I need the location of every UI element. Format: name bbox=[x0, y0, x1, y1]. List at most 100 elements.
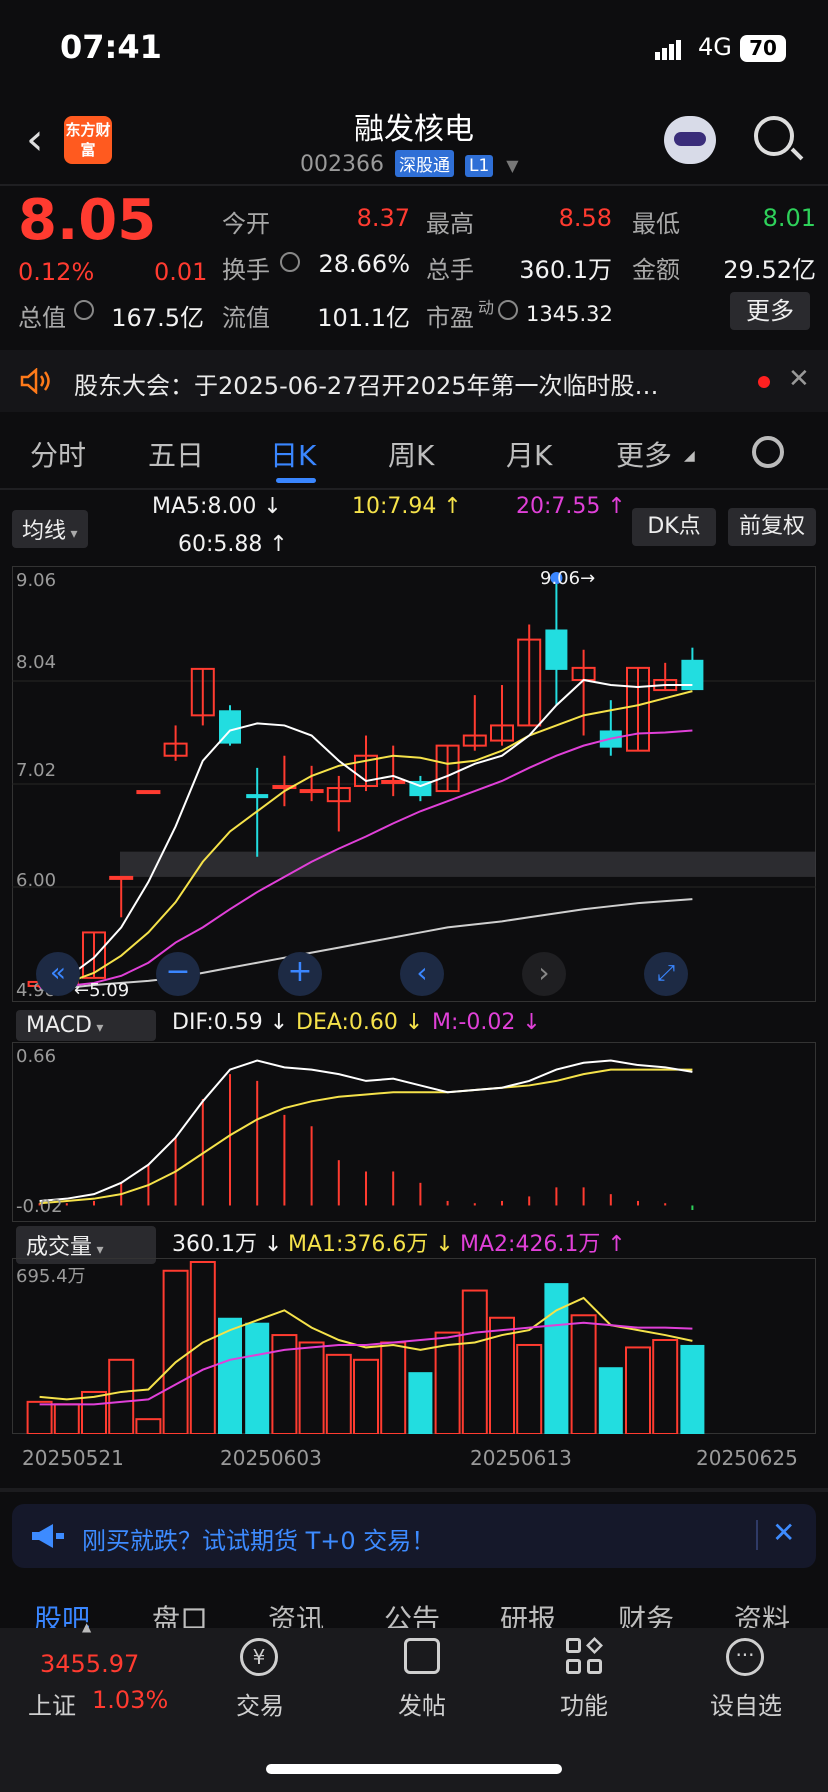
volume-bar bbox=[245, 1322, 270, 1434]
more-dots-icon[interactable]: ··· bbox=[726, 1638, 764, 1676]
tab-more[interactable]: 更多 bbox=[616, 434, 672, 474]
amount-label: 金额 bbox=[632, 256, 680, 284]
pan-right-button[interactable]: › bbox=[522, 952, 566, 996]
volume-chart[interactable] bbox=[12, 1258, 816, 1434]
tab-intraday[interactable]: 分时 bbox=[30, 434, 86, 474]
change-amount: 0.01 bbox=[154, 258, 208, 286]
tab-monthly-k[interactable]: 月K bbox=[506, 434, 552, 474]
nav-functions[interactable]: 功能 bbox=[524, 1686, 644, 1721]
volume-bar bbox=[680, 1344, 705, 1434]
vol-ma2-line bbox=[39, 1321, 693, 1406]
info-icon[interactable] bbox=[74, 300, 94, 320]
zoom-out-button[interactable]: − bbox=[156, 952, 200, 996]
adjust-button[interactable]: 前复权 bbox=[728, 508, 816, 546]
promo-text[interactable]: 刚买就跌？试试期货 T+0 交易！ bbox=[82, 1521, 435, 1556]
search-icon[interactable] bbox=[754, 116, 794, 156]
volume-bar bbox=[434, 1331, 461, 1434]
vol-ma1-line bbox=[39, 1296, 693, 1401]
open-value: 8.37 bbox=[356, 204, 410, 232]
candle-body bbox=[109, 875, 134, 880]
x-tick-label: 20250603 bbox=[220, 1446, 322, 1470]
volume-bar bbox=[26, 1400, 53, 1434]
ma5-line bbox=[39, 678, 693, 984]
candle-body bbox=[136, 790, 161, 795]
info-icon[interactable] bbox=[280, 252, 300, 272]
low-value: 8.01 bbox=[762, 204, 816, 232]
dk-point-button[interactable]: DK点 bbox=[632, 508, 716, 546]
candle-body bbox=[381, 779, 406, 784]
amount-value: 29.52亿 bbox=[723, 256, 816, 284]
chevron-up-icon[interactable]: ▲ bbox=[82, 1620, 91, 1634]
megaphone-icon bbox=[32, 1524, 64, 1548]
volume-bar bbox=[516, 1343, 543, 1434]
support-band bbox=[120, 851, 816, 877]
float-value: 101.1亿 bbox=[317, 304, 410, 332]
stock-code-line[interactable]: 002366 深股通 L1 ▼ bbox=[300, 150, 519, 177]
nav-post[interactable]: 发帖 bbox=[362, 1686, 482, 1721]
gear-icon[interactable] bbox=[752, 436, 784, 468]
candle-body bbox=[299, 789, 324, 794]
macd-chart[interactable] bbox=[12, 1042, 816, 1222]
index-value[interactable]: 3455.97 bbox=[40, 1650, 139, 1678]
signal-icon bbox=[655, 40, 683, 60]
level-tag: L1 bbox=[464, 155, 494, 177]
trade-icon[interactable]: ¥ bbox=[240, 1638, 278, 1676]
promo-separator bbox=[756, 1520, 758, 1550]
ma-selector[interactable]: 均线 bbox=[12, 510, 88, 548]
edit-icon[interactable] bbox=[404, 1638, 440, 1674]
connect-tag: 深股通 bbox=[394, 150, 454, 177]
nav-add-watchlist[interactable]: 设自选 bbox=[686, 1686, 806, 1721]
ma5-value: MA5:8.00 ↓ bbox=[152, 494, 282, 519]
close-icon[interactable]: ✕ bbox=[788, 364, 810, 394]
vol-ma2-value: MA2:426.1万 ↑ bbox=[460, 1232, 626, 1257]
y-tick-label: 6.00 bbox=[16, 870, 57, 891]
info-icon[interactable] bbox=[498, 300, 518, 320]
volume-bar bbox=[325, 1353, 352, 1434]
volume-bar bbox=[570, 1314, 597, 1434]
tab-five-day[interactable]: 五日 bbox=[148, 434, 204, 474]
battery-icon: 70 bbox=[740, 35, 786, 62]
notice-text[interactable]: 股东大会：于2025-06-27召开2025年第一次临时股… bbox=[74, 366, 714, 401]
index-percent[interactable]: 1.03% bbox=[92, 1686, 168, 1714]
turnover-value: 28.66% bbox=[318, 250, 410, 278]
grid-icon[interactable] bbox=[566, 1637, 604, 1676]
volume-bar bbox=[162, 1269, 189, 1434]
volume-bar bbox=[135, 1418, 162, 1434]
pe-value: 1345.32 bbox=[526, 302, 613, 326]
candlestick-chart[interactable] bbox=[12, 566, 816, 1002]
m-value: M:-0.02 ↓ bbox=[432, 1010, 541, 1035]
stock-code: 002366 bbox=[300, 152, 384, 177]
x-tick-label: 20250625 bbox=[696, 1446, 798, 1470]
macd-y-top: 0.66 bbox=[16, 1046, 57, 1067]
tab-weekly-k[interactable]: 周K bbox=[388, 434, 434, 474]
candle-body bbox=[246, 794, 269, 799]
float-label: 流值 bbox=[222, 304, 270, 332]
volume-bar bbox=[598, 1367, 623, 1434]
ma60-line bbox=[39, 898, 693, 991]
nav-trade[interactable]: 交易 bbox=[200, 1686, 320, 1721]
volume-bar bbox=[298, 1341, 325, 1434]
volume-bar bbox=[652, 1339, 679, 1434]
macd-selector[interactable]: MACD bbox=[16, 1010, 156, 1041]
collapse-left-button[interactable]: « bbox=[36, 952, 80, 996]
ma20-value: 20:7.55 ↑ bbox=[516, 494, 626, 519]
assistant-robot-icon[interactable] bbox=[664, 116, 716, 164]
chevron-down-icon: ◢ bbox=[684, 448, 695, 464]
volume-current: 360.1万 ↓ bbox=[172, 1232, 283, 1257]
fullscreen-icon[interactable]: ⤢ bbox=[644, 952, 688, 996]
y-tick-label: 8.04 bbox=[16, 652, 57, 673]
high-marker: 9.06→ bbox=[540, 568, 596, 589]
high-label: 最高 bbox=[426, 210, 474, 238]
more-quote-button[interactable]: 更多 bbox=[730, 292, 810, 330]
last-price: 8.05 bbox=[18, 188, 157, 253]
vol-ma1-value: MA1:376.6万 ↓ bbox=[288, 1232, 454, 1257]
macd-y-bottom: -0.02 bbox=[16, 1196, 63, 1217]
tab-daily-k[interactable]: 日K bbox=[270, 434, 316, 474]
index-name[interactable]: 上证 bbox=[28, 1686, 76, 1721]
pan-left-button[interactable]: ‹ bbox=[400, 952, 444, 996]
low-label: 最低 bbox=[632, 210, 680, 238]
close-icon[interactable]: ✕ bbox=[772, 1516, 795, 1549]
y-tick-label: 7.02 bbox=[16, 760, 57, 781]
zoom-in-button[interactable]: + bbox=[278, 952, 322, 996]
x-tick-label: 20250521 bbox=[22, 1446, 124, 1470]
